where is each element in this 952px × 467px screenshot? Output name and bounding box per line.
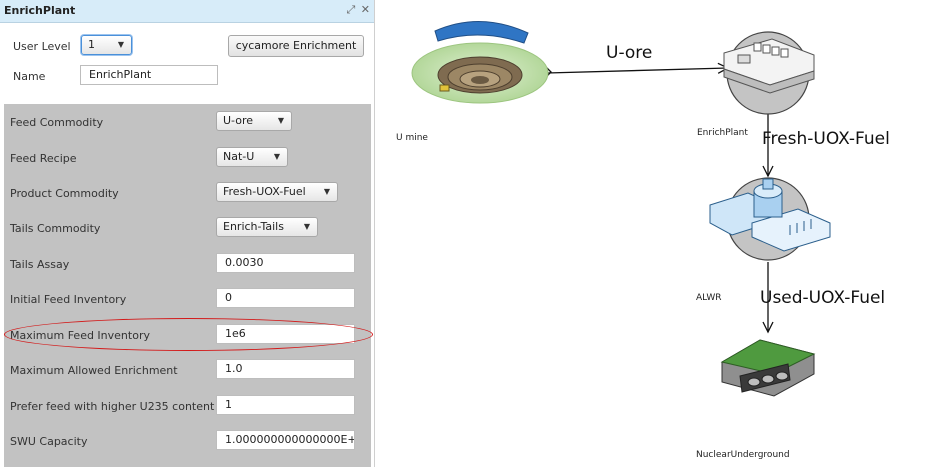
mine-icon — [411, 21, 549, 104]
param-row: Product Commodity Fresh-UOX-Fuel ▼ — [4, 175, 371, 210]
facility-node[interactable]: U mine — [396, 21, 549, 143]
param-row: SWU Capacity 1.000000000000000E+ — [4, 423, 371, 458]
facility-node[interactable]: ALWR — [696, 177, 831, 303]
close-icon[interactable]: ✕ — [361, 3, 370, 16]
chevron-down-icon: ▼ — [277, 116, 284, 125]
param-label: Tails Assay — [10, 258, 70, 271]
param-row: Maximum Allowed Enrichment 1.0 — [4, 352, 371, 387]
node-label: U mine — [396, 133, 428, 143]
param-label: Feed Recipe — [10, 152, 77, 165]
param-row: Prefer feed with higher U235 content 1 — [4, 388, 371, 423]
param-label: Product Commodity — [10, 187, 119, 200]
user-level-dropdown[interactable]: 1 ▼ — [81, 35, 132, 55]
edge-label: Used-UOX-Fuel — [760, 288, 885, 308]
expand-icon[interactable]: ⤢ — [346, 3, 355, 16]
archetype-button[interactable]: cycamore Enrichment — [228, 35, 364, 57]
param-label: Prefer feed with higher U235 content — [10, 400, 215, 413]
name-label: Name — [13, 70, 46, 83]
chevron-down-icon: ▼ — [303, 222, 310, 231]
node-label: NuclearUnderground — [696, 450, 790, 460]
param-value: Enrich-Tails — [223, 220, 284, 233]
flow-edge[interactable]: U-ore — [546, 43, 730, 74]
param-field[interactable]: 1 — [216, 395, 355, 415]
param-label: SWU Capacity — [10, 435, 88, 448]
highlight-ellipse — [4, 318, 373, 351]
param-field[interactable]: 1.000000000000000E+ — [216, 430, 355, 450]
node-label: EnrichPlant — [697, 128, 748, 138]
reactor-icon — [709, 177, 831, 261]
facility-node[interactable]: EnrichPlant — [697, 31, 815, 138]
param-row: Initial Feed Inventory 0 — [4, 281, 371, 316]
chevron-down-icon: ▼ — [117, 40, 124, 49]
node-label: ALWR — [696, 293, 722, 303]
facility-flow-diagram: U-ore Fresh-UOX-Fuel Used-UOX-Fuel U mine En… — [396, 21, 890, 460]
user-level-value: 1 — [88, 38, 95, 51]
facility-node[interactable]: NuclearUnderground — [696, 339, 816, 460]
edge-label: U-ore — [606, 43, 652, 63]
flow-edge[interactable]: Fresh-UOX-Fuel — [762, 114, 890, 178]
param-row: Tails Commodity Enrich-Tails ▼ — [4, 210, 371, 245]
window-controls: ⤢ ✕ — [344, 3, 370, 17]
param-dropdown[interactable]: Enrich-Tails ▼ — [216, 217, 318, 237]
repository-icon — [720, 339, 816, 397]
param-field[interactable]: 0 — [216, 288, 355, 308]
facility-properties-panel: EnrichPlant ⤢ ✕ User Level 1 ▼ cycamore … — [0, 0, 375, 467]
param-field[interactable]: 0.0030 — [216, 253, 355, 273]
parameters-section: Feed Commodity U-ore ▼ Feed Recipe Nat-U ▼ Pro… — [4, 104, 371, 467]
param-value: U-ore — [223, 114, 254, 127]
edge-label: Fresh-UOX-Fuel — [762, 129, 890, 149]
param-row: Feed Recipe Nat-U ▼ — [4, 140, 371, 175]
param-value: Nat-U — [223, 150, 255, 163]
param-dropdown[interactable]: U-ore ▼ — [216, 111, 292, 131]
param-value: Fresh-UOX-Fuel — [223, 185, 306, 198]
param-label: Initial Feed Inventory — [10, 293, 127, 306]
panel-title: EnrichPlant — [4, 4, 76, 17]
param-row: Tails Assay 0.0030 — [4, 246, 371, 281]
param-dropdown[interactable]: Fresh-UOX-Fuel ▼ — [216, 182, 338, 202]
param-label: Feed Commodity — [10, 116, 104, 129]
param-row: Feed Commodity U-ore ▼ — [4, 104, 371, 139]
name-field[interactable]: EnrichPlant — [80, 65, 218, 85]
param-label: Tails Commodity — [10, 222, 101, 235]
chevron-down-icon: ▼ — [273, 152, 280, 161]
edge-line — [546, 67, 729, 74]
panel-titlebar[interactable]: EnrichPlant ⤢ ✕ — [0, 0, 374, 23]
param-field[interactable]: 1.0 — [216, 359, 355, 379]
param-dropdown[interactable]: Nat-U ▼ — [216, 147, 288, 167]
param-label: Maximum Allowed Enrichment — [10, 364, 178, 377]
flow-edge[interactable]: Used-UOX-Fuel — [760, 262, 885, 334]
user-level-label: User Level — [13, 40, 71, 53]
chevron-down-icon: ▼ — [323, 187, 330, 196]
enrichment-plant-icon — [723, 31, 815, 115]
